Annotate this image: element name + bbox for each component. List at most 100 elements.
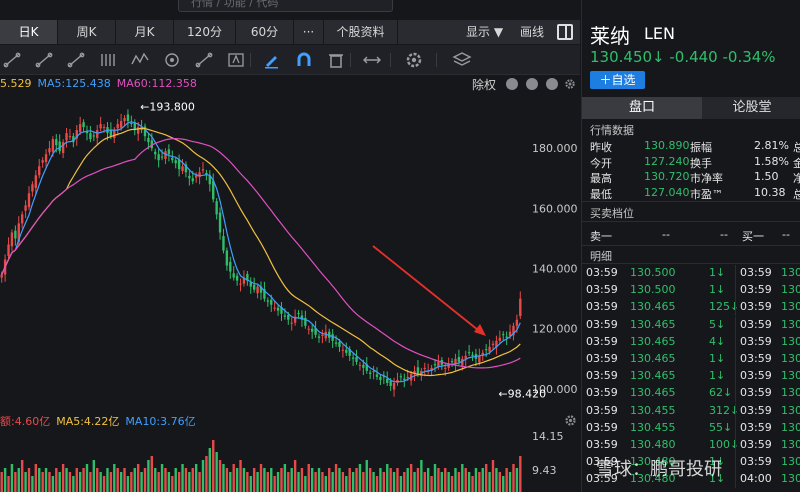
volume-bar bbox=[276, 472, 280, 492]
volume-bar bbox=[382, 472, 386, 492]
candle-body bbox=[154, 151, 157, 155]
volume-bar bbox=[0, 472, 3, 492]
volume-bar bbox=[75, 468, 78, 492]
period-tab-0[interactable]: 日K bbox=[0, 20, 58, 44]
volume-bar bbox=[467, 472, 471, 492]
bars-icon[interactable] bbox=[98, 50, 118, 70]
arrows-icon[interactable] bbox=[362, 50, 382, 70]
period-tab-1[interactable]: 周K bbox=[58, 20, 116, 44]
trade-row: 03:59 130.500 1↓ 03:59 130 bbox=[582, 282, 800, 300]
candle-body bbox=[454, 358, 457, 364]
draw-line-button[interactable]: 画线 bbox=[520, 20, 544, 44]
trade-cell: 03:59 bbox=[586, 300, 618, 314]
line-tool-icon[interactable] bbox=[2, 50, 22, 70]
volume-bar bbox=[229, 472, 232, 492]
fullscreen-icon[interactable] bbox=[557, 24, 573, 40]
volume-bar bbox=[413, 472, 416, 492]
candle-body bbox=[27, 193, 31, 208]
volume-bar bbox=[218, 460, 222, 492]
period-tab-5[interactable]: ··· bbox=[294, 20, 324, 44]
channel-icon[interactable] bbox=[66, 50, 86, 70]
magnet-icon[interactable] bbox=[294, 50, 314, 70]
quote-row: 今开 127.240换手 1.58% 金 bbox=[582, 155, 800, 171]
volume-bar bbox=[150, 456, 154, 492]
candle-body bbox=[290, 322, 293, 324]
layers-icon[interactable] bbox=[452, 50, 472, 70]
period-tab-6[interactable]: 个股资料 bbox=[324, 20, 398, 44]
search-bar: 行情 / 功能 / 代码 bbox=[0, 0, 580, 14]
period-tab-3[interactable]: 120分 bbox=[174, 20, 236, 44]
volume-bar bbox=[515, 468, 519, 492]
volume-bar bbox=[48, 472, 51, 492]
search-input[interactable]: 行情 / 功能 / 代码 bbox=[178, 0, 393, 12]
volume-bar bbox=[331, 472, 334, 492]
display-dropdown[interactable]: 显示 ▼ bbox=[466, 20, 503, 44]
column-divider bbox=[735, 368, 736, 386]
volume-bar bbox=[491, 460, 495, 492]
candle-body bbox=[351, 357, 355, 359]
trade-cell: 5↓ bbox=[709, 317, 726, 331]
trash-icon[interactable] bbox=[326, 50, 346, 70]
volume-bar bbox=[399, 476, 403, 492]
volume-bar bbox=[171, 476, 174, 492]
ma-legend: 5.529 MA5:125.438 MA60:112.358 bbox=[0, 77, 203, 93]
settings-icon[interactable] bbox=[404, 50, 424, 70]
period-tab-2[interactable]: 月K bbox=[116, 20, 174, 44]
candle-body bbox=[48, 148, 51, 153]
trade-row: 03:59 130.465 62↓ 03:59 130 bbox=[582, 385, 800, 403]
fibonacci-icon[interactable] bbox=[194, 50, 214, 70]
volume-bar bbox=[212, 440, 215, 492]
volume-bar bbox=[174, 468, 177, 492]
candle-body bbox=[82, 122, 85, 128]
volume-bar bbox=[133, 468, 136, 492]
legend-item: 额:4.60亿 bbox=[0, 415, 51, 428]
zoom-out-icon[interactable] bbox=[506, 78, 518, 90]
candle-body bbox=[188, 175, 191, 179]
trade-cell: 03:59 bbox=[586, 334, 618, 348]
volume-bar bbox=[368, 468, 372, 492]
divider bbox=[582, 201, 800, 202]
text-icon[interactable] bbox=[226, 50, 246, 70]
trend-arrow bbox=[372, 245, 484, 335]
trade-row: 03:59 130.465 1↓ 03:59 130 bbox=[582, 351, 800, 368]
trade-row: 03:59 130.500 1↓ 03:59 130 bbox=[582, 265, 800, 282]
trade-cell: 130 bbox=[781, 472, 800, 486]
volume-settings-icon[interactable] bbox=[564, 414, 577, 427]
zoom-in-icon[interactable] bbox=[526, 78, 538, 90]
tab-forum[interactable]: 论股堂 bbox=[703, 97, 800, 119]
orderbook-row: 卖一 -- -- 买一 -- bbox=[582, 228, 800, 244]
adjust-dropdown[interactable]: 除权 bbox=[472, 76, 496, 93]
candle-body bbox=[10, 232, 14, 247]
candle-body bbox=[65, 133, 68, 141]
candle-body bbox=[491, 343, 495, 345]
volume-bar bbox=[119, 472, 123, 492]
volume-chart[interactable]: 14.15 9.43 bbox=[0, 428, 580, 492]
volume-bar bbox=[140, 472, 143, 492]
trade-cell: 130 bbox=[781, 334, 800, 348]
volume-bar bbox=[55, 468, 58, 492]
candle-body bbox=[355, 357, 358, 362]
trade-cell: 130 bbox=[781, 317, 800, 331]
volume-bar bbox=[41, 472, 44, 492]
period-tab-4[interactable]: 60分 bbox=[236, 20, 294, 44]
volume-bar bbox=[379, 468, 382, 492]
volume-bar bbox=[365, 460, 368, 492]
trade-cell: 130 bbox=[781, 403, 800, 417]
candle-body bbox=[403, 378, 406, 380]
add-watchlist-button[interactable]: ＋自选 bbox=[590, 71, 645, 89]
cycle-icon[interactable] bbox=[162, 50, 182, 70]
multi-line-icon[interactable] bbox=[34, 50, 54, 70]
tab-orderbook[interactable]: 盘口 bbox=[582, 97, 702, 119]
chart-settings-icon[interactable] bbox=[564, 78, 576, 90]
pen-icon[interactable] bbox=[262, 50, 282, 70]
toolbar-divider-1 bbox=[350, 53, 351, 67]
wave-icon[interactable] bbox=[130, 50, 150, 70]
close-icon[interactable] bbox=[546, 78, 558, 90]
volume-bar bbox=[348, 468, 351, 492]
trend-arrow-head bbox=[474, 324, 486, 336]
ma-line bbox=[1, 137, 521, 369]
volume-bar bbox=[188, 472, 191, 492]
detail-title: 明细 bbox=[590, 250, 612, 263]
orderbook-title: 买卖档位 bbox=[590, 207, 634, 220]
price-chart[interactable]: 180.000160.000140.000120.000100.000←193.… bbox=[0, 94, 580, 410]
